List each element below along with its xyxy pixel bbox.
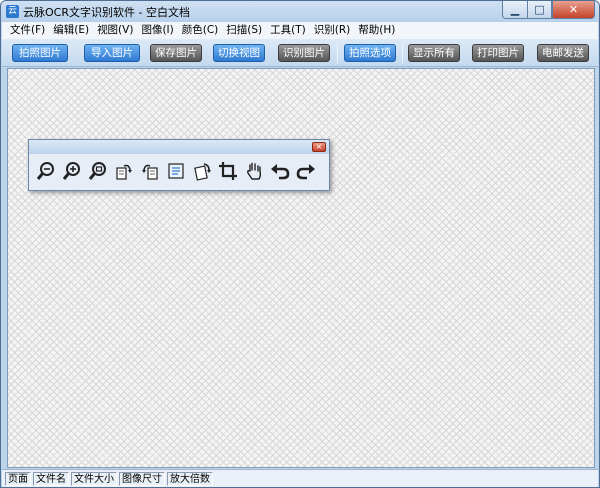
close-icon: ✕	[568, 3, 579, 16]
email-send-button[interactable]: 电邮发送	[537, 44, 589, 62]
status-filesize: 文件大小	[71, 472, 117, 486]
hand-tool[interactable]	[241, 158, 267, 184]
palette-close-button[interactable]: ×	[312, 142, 326, 152]
rotate-free-tool[interactable]	[189, 158, 215, 184]
undo-tool[interactable]	[267, 158, 293, 184]
menu-tools[interactable]: 工具(T)	[266, 22, 310, 39]
rotate-left-tool[interactable]	[137, 158, 163, 184]
switch-view-button[interactable]: 切换视图	[213, 44, 265, 62]
crop-tool[interactable]	[215, 158, 241, 184]
take-photo-button[interactable]: 拍照图片	[12, 44, 68, 62]
status-page: 页面	[5, 472, 31, 486]
menu-bar: 文件(F) 编辑(E) 视图(V) 图像(I) 颜色(C) 扫描(S) 工具(T…	[2, 22, 598, 39]
menu-color[interactable]: 颜色(C)	[178, 22, 223, 39]
rotate-left-icon	[142, 164, 158, 180]
menu-image[interactable]: 图像(I)	[137, 22, 177, 39]
menu-help[interactable]: 帮助(H)	[354, 22, 399, 39]
maximize-button[interactable]: □	[527, 1, 552, 19]
import-image-button[interactable]: 导入图片	[84, 44, 140, 62]
palette-title-bar[interactable]: ×	[29, 140, 329, 154]
menu-recognize[interactable]: 识别(R)	[310, 22, 355, 39]
status-zoom: 放大倍数	[167, 472, 213, 486]
caption-buttons: ▁ □ ✕	[502, 1, 595, 19]
menu-scan[interactable]: 扫描(S)	[222, 22, 266, 39]
print-image-button[interactable]: 打印图片	[472, 44, 524, 62]
zoom-out-tool[interactable]	[33, 158, 59, 184]
zoom-actual-tool[interactable]	[85, 158, 111, 184]
minimize-icon: ▁	[510, 3, 520, 16]
app-icon: 云	[6, 5, 19, 18]
status-image-size: 图像尺寸	[119, 472, 165, 486]
undo-icon	[271, 164, 290, 180]
flip-tool[interactable]	[163, 158, 189, 184]
save-image-button[interactable]: 保存图片	[150, 44, 202, 62]
maximize-icon: □	[534, 3, 545, 16]
photo-options-button[interactable]: 拍照选项	[344, 44, 396, 62]
toolbar: 拍照图片 导入图片 保存图片 切换视图 识别图片 拍照选项 显示所有 打印图片 …	[2, 39, 598, 67]
title-bar[interactable]: 云 云脉OCR文字识别软件 - 空白文档 ▁ □ ✕	[1, 1, 599, 22]
crop-icon	[219, 162, 237, 180]
rotate-right-tool[interactable]	[111, 158, 137, 184]
rotate-right-icon	[116, 164, 132, 180]
menu-edit[interactable]: 编辑(E)	[49, 22, 93, 39]
rotate-free-icon	[194, 163, 211, 181]
toolbar-separator	[337, 43, 338, 63]
zoom-in-icon	[62, 162, 80, 180]
menu-file[interactable]: 文件(F)	[6, 22, 49, 39]
tool-palette: ×	[28, 139, 330, 191]
image-canvas[interactable]	[7, 68, 595, 468]
zoom-out-icon	[36, 162, 54, 180]
hand-icon	[247, 162, 262, 180]
menu-view[interactable]: 视图(V)	[93, 22, 137, 39]
minimize-button[interactable]: ▁	[502, 1, 527, 19]
status-bar: 页面 文件名 文件大小 图像尺寸 放大倍数	[2, 469, 598, 487]
recognize-image-button[interactable]: 识别图片	[278, 44, 330, 62]
zoom-in-tool[interactable]	[59, 158, 85, 184]
redo-tool[interactable]	[293, 158, 319, 184]
status-filename: 文件名	[33, 472, 69, 486]
flip-icon	[168, 163, 184, 179]
redo-icon	[296, 164, 315, 180]
window-title: 云脉OCR文字识别软件 - 空白文档	[23, 6, 190, 19]
close-button[interactable]: ✕	[552, 1, 595, 19]
zoom-actual-icon	[88, 162, 106, 180]
app-window: 云 云脉OCR文字识别软件 - 空白文档 ▁ □ ✕ 文件(F) 编辑(E) 视…	[0, 0, 600, 488]
toolbar-separator	[402, 43, 403, 63]
palette-tools	[33, 158, 319, 184]
show-all-button[interactable]: 显示所有	[408, 44, 460, 62]
